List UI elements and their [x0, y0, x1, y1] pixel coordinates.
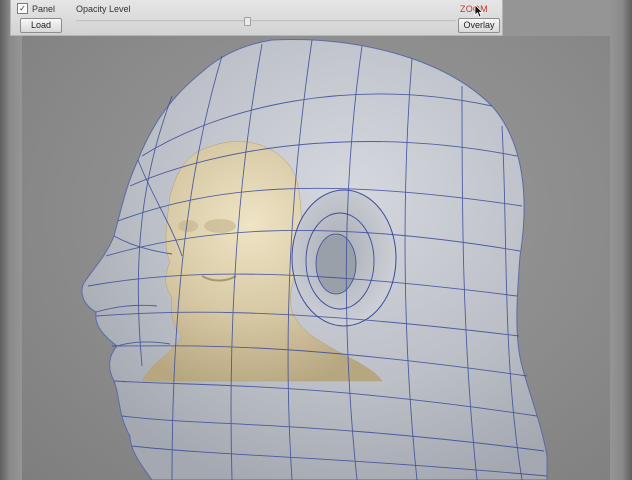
overlay-button[interactable]: Overlay [458, 18, 500, 33]
head-render [81, 39, 548, 480]
overlay-toolbar: ✓ Panel Load Opacity Level ZOOM Overlay [10, 0, 503, 36]
3d-viewport[interactable] [22, 36, 610, 480]
panel-checkbox[interactable]: ✓ [17, 3, 28, 14]
opacity-label: Opacity Level [76, 4, 131, 14]
load-button[interactable]: Load [20, 18, 62, 33]
panel-label: Panel [32, 3, 56, 14]
panel-toggle[interactable]: ✓ Panel [17, 3, 55, 14]
opacity-slider[interactable] [76, 17, 456, 26]
app-window: ✓ Panel Load Opacity Level ZOOM Overlay [0, 0, 632, 480]
mouse-cursor-icon [474, 4, 484, 18]
opacity-slider-thumb[interactable] [244, 17, 251, 26]
